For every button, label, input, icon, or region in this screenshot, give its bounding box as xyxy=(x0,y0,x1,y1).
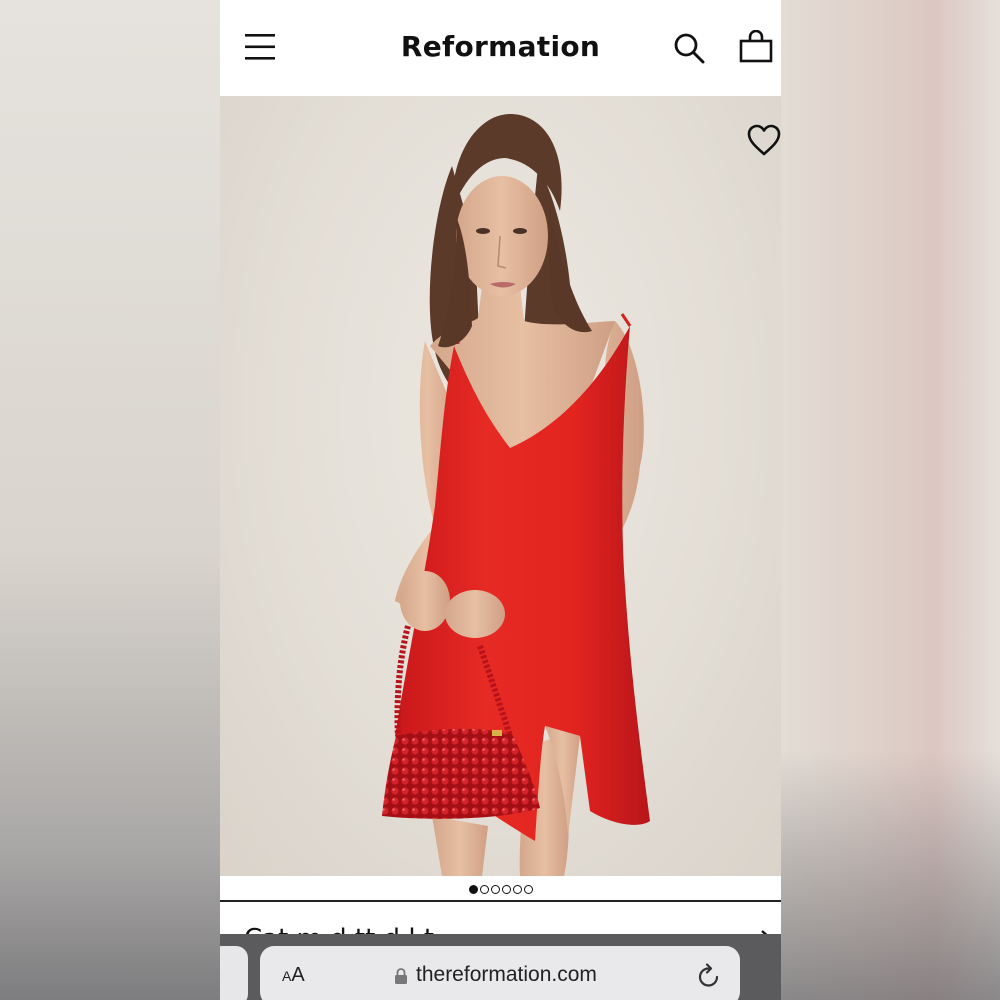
carousel-dot-3[interactable] xyxy=(490,884,500,894)
address-bar[interactable]: AA thereformation.com xyxy=(260,946,740,1000)
product-photo xyxy=(382,114,650,876)
carousel-indicator xyxy=(220,878,781,900)
heart-icon[interactable] xyxy=(746,123,781,157)
reload-icon[interactable] xyxy=(696,962,722,990)
browser-toolbar: AA thereformation.com xyxy=(220,934,781,1000)
lock-icon xyxy=(395,968,407,984)
product-image[interactable] xyxy=(220,96,781,876)
url-text[interactable]: thereformation.com xyxy=(416,963,597,987)
previous-tab-pill[interactable] xyxy=(220,946,248,1000)
shopping-bag-icon[interactable] xyxy=(738,30,774,64)
carousel-dot-2[interactable] xyxy=(479,884,489,894)
search-icon[interactable] xyxy=(673,32,705,66)
carousel-dot-1[interactable] xyxy=(468,884,478,894)
site-header: Reformation xyxy=(220,0,781,96)
carousel-dot-6[interactable] xyxy=(523,884,533,894)
carousel-dot-4[interactable] xyxy=(501,884,511,894)
text-size-button[interactable]: AA xyxy=(282,964,305,987)
carousel-dot-5[interactable] xyxy=(512,884,522,894)
phone-screen: Reformation Cat m d tt d l t AA therefor… xyxy=(220,0,781,1000)
background-right xyxy=(781,0,1000,1000)
